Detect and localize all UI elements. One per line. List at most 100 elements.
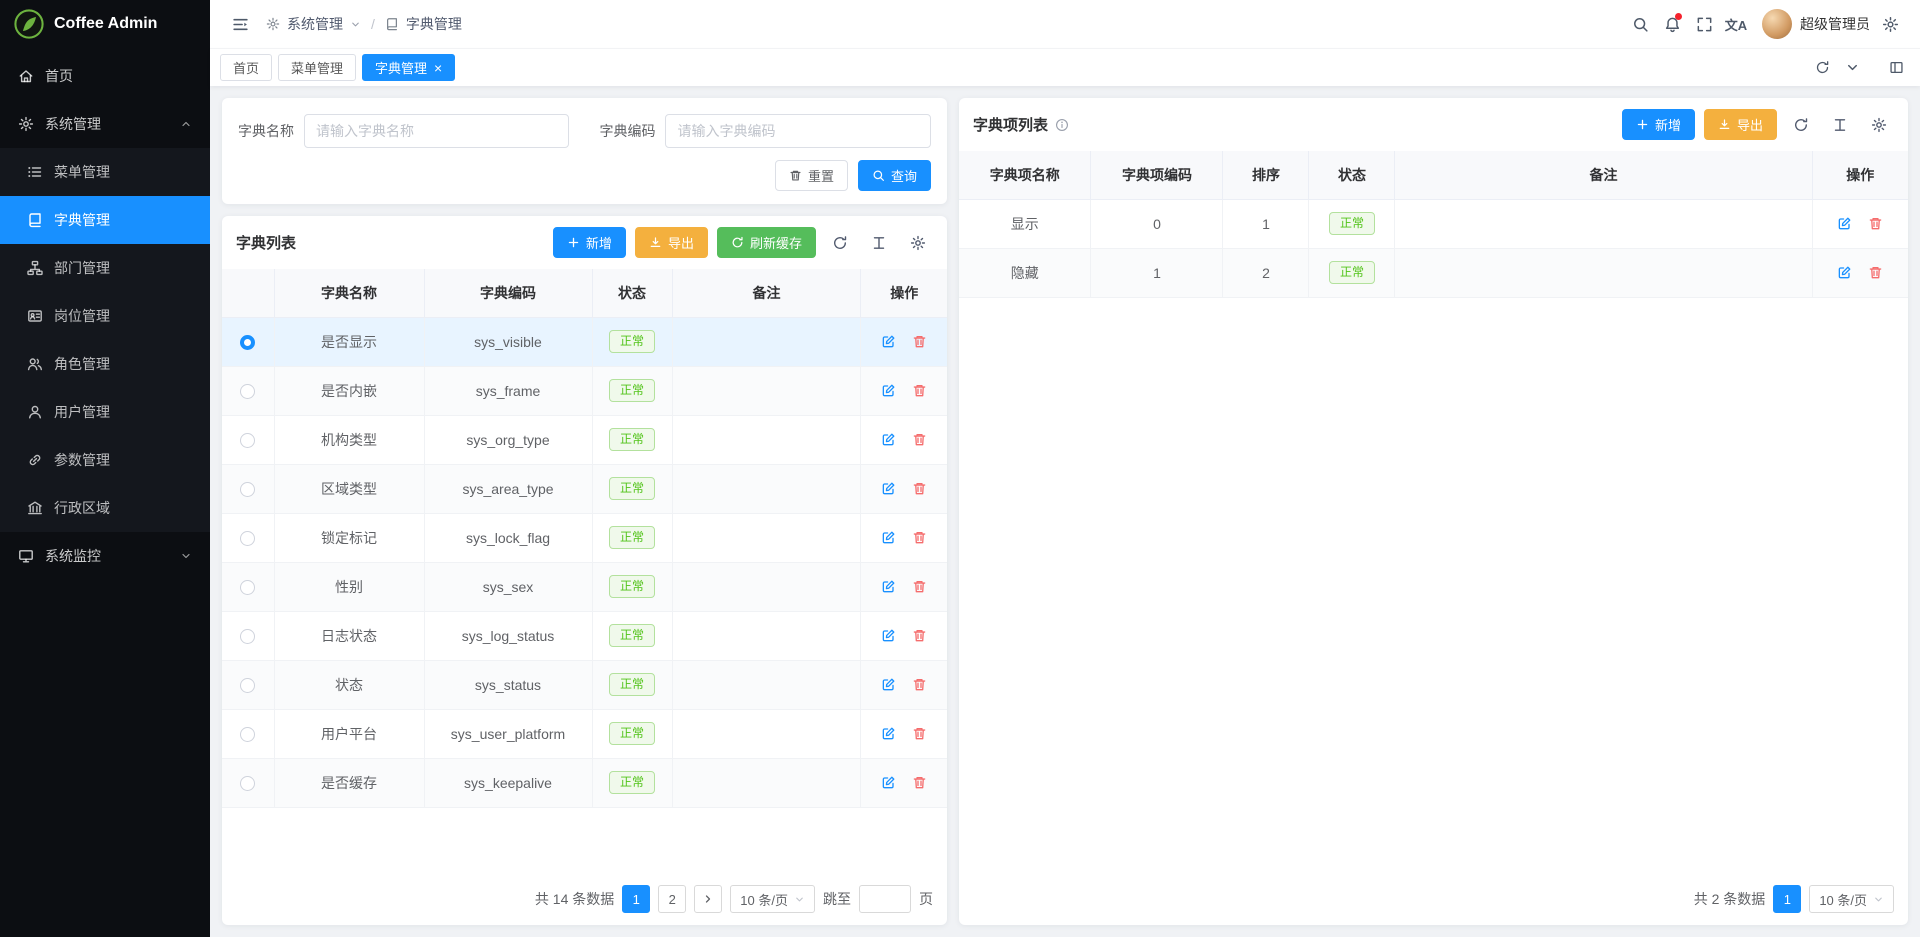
refresh-table-icon[interactable] <box>825 228 855 258</box>
sidebar-item-region[interactable]: 行政区域 <box>0 484 210 532</box>
row-select-radio[interactable] <box>240 335 255 350</box>
notification-bell-icon[interactable] <box>1656 8 1688 40</box>
export-dict-items-button[interactable]: 导出 <box>1704 109 1777 140</box>
sidebar-item-role[interactable]: 角色管理 <box>0 340 210 388</box>
delete-icon[interactable] <box>912 383 927 398</box>
dict-table-row[interactable]: 是否内嵌sys_frame正常 <box>222 366 947 415</box>
add-dict-item-button[interactable]: 新增 <box>1622 109 1695 140</box>
edit-icon[interactable] <box>1837 265 1852 280</box>
delete-icon[interactable] <box>912 677 927 692</box>
delete-icon[interactable] <box>912 726 927 741</box>
dict-table-row[interactable]: 机构类型sys_org_type正常 <box>222 415 947 464</box>
collapse-sidebar-icon[interactable] <box>224 8 256 40</box>
dict-table-row[interactable]: 是否缓存sys_keepalive正常 <box>222 758 947 807</box>
dict-code-input[interactable] <box>665 114 930 148</box>
delete-icon[interactable] <box>1868 265 1883 280</box>
delete-icon[interactable] <box>1868 216 1883 231</box>
jump-page-input[interactable] <box>859 885 911 913</box>
region-icon <box>27 500 43 516</box>
row-select-radio[interactable] <box>240 678 255 693</box>
page-button-1[interactable]: 1 <box>622 885 650 913</box>
page-size-select[interactable]: 10 条/页 <box>1809 885 1894 913</box>
page-size-select[interactable]: 10 条/页 <box>730 885 815 913</box>
sidebar-item-dict[interactable]: 字典管理 <box>0 196 210 244</box>
translate-icon[interactable]: 文A <box>1720 8 1752 40</box>
close-tab-icon[interactable]: × <box>434 61 442 75</box>
dict-table-row[interactable]: 用户平台sys_user_platform正常 <box>222 709 947 758</box>
row-select-radio[interactable] <box>240 433 255 448</box>
row-select-radio[interactable] <box>240 580 255 595</box>
query-button[interactable]: 查询 <box>858 160 931 191</box>
edit-icon[interactable] <box>881 726 896 741</box>
sidebar-item-monitor[interactable]: 系统监控 <box>0 532 210 580</box>
delete-icon[interactable] <box>912 775 927 790</box>
column-settings-icon[interactable] <box>1825 110 1855 140</box>
username[interactable]: 超级管理员 <box>1800 14 1870 34</box>
delete-icon[interactable] <box>912 432 927 447</box>
edit-icon[interactable] <box>881 628 896 643</box>
dict-item-table-row[interactable]: 显示01正常 <box>959 199 1908 248</box>
sidebar-item-menu[interactable]: 菜单管理 <box>0 148 210 196</box>
next-page-button[interactable] <box>694 885 722 913</box>
sidebar-item-param[interactable]: 参数管理 <box>0 436 210 484</box>
export-dict-button[interactable]: 导出 <box>635 227 708 258</box>
breadcrumb-level2[interactable]: 字典管理 <box>406 14 462 34</box>
edit-icon[interactable] <box>1837 216 1852 231</box>
page-button-1[interactable]: 1 <box>1773 885 1801 913</box>
right-column: 字典项列表 新增 导出 字典项名称 字 <box>959 98 1908 925</box>
page-button-2[interactable]: 2 <box>658 885 686 913</box>
dict-name-input[interactable] <box>304 114 569 148</box>
search-icon[interactable] <box>1624 8 1656 40</box>
row-select-radio[interactable] <box>240 727 255 742</box>
edit-icon[interactable] <box>881 579 896 594</box>
delete-icon[interactable] <box>912 628 927 643</box>
dict-table-row[interactable]: 是否显示sys_visible正常 <box>222 317 947 366</box>
sidebar-item-post[interactable]: 岗位管理 <box>0 292 210 340</box>
edit-icon[interactable] <box>881 677 896 692</box>
edit-icon[interactable] <box>881 334 896 349</box>
edit-icon[interactable] <box>881 530 896 545</box>
delete-icon[interactable] <box>912 481 927 496</box>
dict-table-row[interactable]: 性别sys_sex正常 <box>222 562 947 611</box>
edit-icon[interactable] <box>881 481 896 496</box>
dict-table-row[interactable]: 区域类型sys_area_type正常 <box>222 464 947 513</box>
refresh-table-icon[interactable] <box>1786 110 1816 140</box>
table-settings-gear-icon[interactable] <box>903 228 933 258</box>
edit-icon[interactable] <box>881 383 896 398</box>
delete-icon[interactable] <box>912 334 927 349</box>
table-settings-gear-icon[interactable] <box>1864 110 1894 140</box>
delete-icon[interactable] <box>912 530 927 545</box>
dict-table-row[interactable]: 日志状态sys_log_status正常 <box>222 611 947 660</box>
sidebar-item-user[interactable]: 用户管理 <box>0 388 210 436</box>
row-select-radio[interactable] <box>240 776 255 791</box>
edit-icon[interactable] <box>881 775 896 790</box>
dict-table-row[interactable]: 状态sys_status正常 <box>222 660 947 709</box>
row-select-radio[interactable] <box>240 629 255 644</box>
delete-icon[interactable] <box>912 579 927 594</box>
tab-menu-chevron-down-icon[interactable] <box>1838 54 1866 82</box>
column-settings-icon[interactable] <box>864 228 894 258</box>
sidebar-item-system[interactable]: 系统管理 <box>0 100 210 148</box>
row-select-radio[interactable] <box>240 482 255 497</box>
breadcrumb-level1[interactable]: 系统管理 <box>287 14 343 34</box>
settings-gear-icon[interactable] <box>1874 8 1906 40</box>
dict-item-table-row[interactable]: 隐藏12正常 <box>959 248 1908 297</box>
tab-home[interactable]: 首页 <box>220 54 272 81</box>
layout-icon[interactable] <box>1882 54 1910 82</box>
edit-icon[interactable] <box>881 432 896 447</box>
tab-dict-management[interactable]: 字典管理× <box>362 54 455 81</box>
add-dict-button[interactable]: 新增 <box>553 227 626 258</box>
reset-button[interactable]: 重置 <box>775 160 848 191</box>
tab-menu-management[interactable]: 菜单管理 <box>278 54 356 81</box>
sidebar-item-dept[interactable]: 部门管理 <box>0 244 210 292</box>
fullscreen-icon[interactable] <box>1688 8 1720 40</box>
dict-table-row[interactable]: 锁定标记sys_lock_flag正常 <box>222 513 947 562</box>
refresh-tab-icon[interactable] <box>1808 54 1836 82</box>
row-select-radio[interactable] <box>240 531 255 546</box>
info-circle-icon[interactable] <box>1055 118 1069 132</box>
sidebar-item-home[interactable]: 首页 <box>0 52 210 100</box>
avatar[interactable] <box>1762 9 1792 39</box>
refresh-cache-button[interactable]: 刷新缓存 <box>717 227 816 258</box>
row-select-radio[interactable] <box>240 384 255 399</box>
status-badge: 正常 <box>609 526 655 550</box>
